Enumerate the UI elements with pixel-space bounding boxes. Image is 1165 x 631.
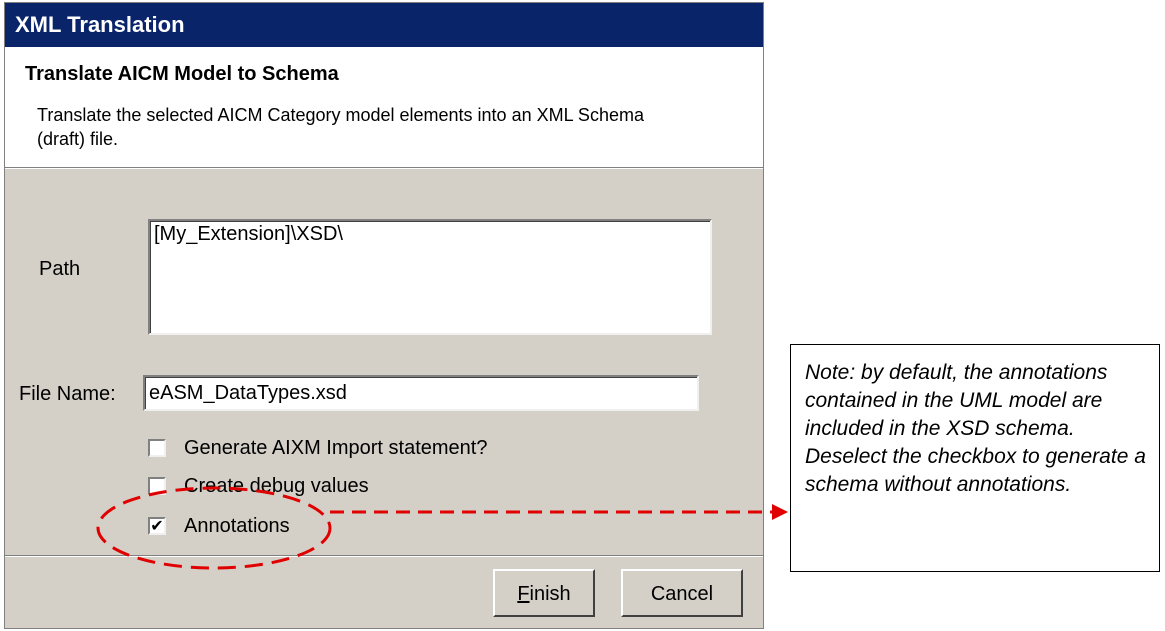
annotation-note: Note: by default, the annotations contai… xyxy=(790,344,1160,572)
highlight-ellipse xyxy=(96,486,332,570)
pointer-arrowhead xyxy=(772,504,788,520)
